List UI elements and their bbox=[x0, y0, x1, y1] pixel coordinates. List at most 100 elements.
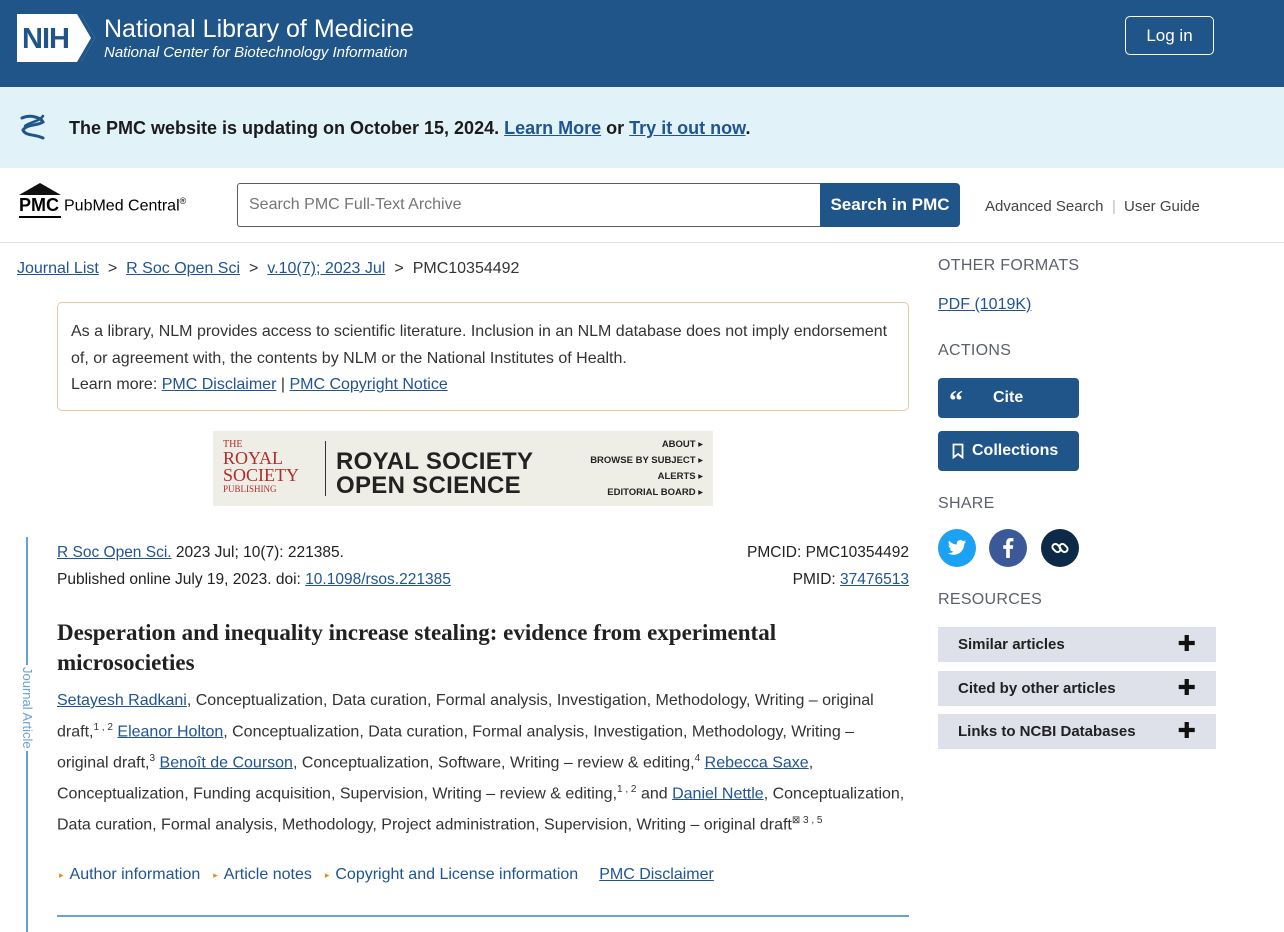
breadcrumb-separator: > bbox=[107, 260, 118, 277]
link-icon bbox=[1051, 542, 1069, 554]
doi-link[interactable]: 10.1098/rsos.221385 bbox=[305, 571, 451, 588]
author-link[interactable]: Setayesh Radkani bbox=[57, 692, 187, 709]
pmc-logo-abbr: PMC bbox=[19, 195, 61, 218]
expand-triangle-icon: ▸ bbox=[213, 869, 218, 880]
breadcrumb-issue[interactable]: v.10(7); 2023 Jul bbox=[267, 260, 385, 278]
cited-by-toggle[interactable]: Cited by other articles ✚ bbox=[938, 671, 1216, 706]
author-roles: , Conceptualization, Software, Writing –… bbox=[292, 754, 695, 772]
banner-link-editorial[interactable]: EDITORIAL BOARD ▸ bbox=[590, 485, 703, 501]
plus-icon: ✚ bbox=[1177, 718, 1196, 743]
pmc-search-bar: PMC PubMed Central® Search in PMC Advanc… bbox=[0, 168, 1284, 243]
pmid-label: PMID: bbox=[792, 571, 836, 588]
pmc-disclaimer-article-link[interactable]: PMC Disclaimer bbox=[599, 866, 714, 884]
expand-triangle-icon: ▸ bbox=[324, 869, 330, 880]
advanced-search-link[interactable]: Advanced Search bbox=[985, 198, 1103, 215]
and-text: and bbox=[640, 785, 668, 803]
breadcrumb: Journal List > R Soc Open Sci > v.10(7);… bbox=[17, 260, 519, 278]
login-button[interactable]: Log in bbox=[1125, 16, 1214, 55]
quote-icon: “ bbox=[949, 386, 963, 417]
disclaimer-text: As a library, NLM provides access to sci… bbox=[71, 323, 888, 367]
banner-divider bbox=[325, 441, 326, 496]
ncbi-subtitle: National Center for Biotechnology Inform… bbox=[104, 44, 408, 61]
affiliation-sup[interactable]: 3 bbox=[150, 753, 156, 764]
share-heading: SHARE bbox=[938, 495, 995, 512]
resources-heading: RESOURCES bbox=[938, 591, 1043, 608]
pmc-roof-icon bbox=[19, 183, 61, 195]
journal-link[interactable]: R Soc Open Sci. bbox=[57, 544, 172, 561]
journal-article-label: Journal Article bbox=[20, 665, 35, 751]
collections-button[interactable]: Collections bbox=[938, 431, 1079, 471]
journal-banner-links: ABOUT ▸ BROWSE BY SUBJECT ▸ ALERTS ▸ EDI… bbox=[590, 437, 703, 501]
copy-link-button[interactable] bbox=[1041, 529, 1079, 567]
cite-label: Cite bbox=[993, 389, 1024, 406]
article-ids: PMCID: PMC10354492 PMID: 37476513 bbox=[747, 539, 909, 593]
published-text: Published online July 19, 2023. doi: bbox=[57, 571, 301, 588]
search-input[interactable] bbox=[237, 183, 821, 227]
twitter-icon bbox=[947, 540, 967, 555]
ncbi-links-toggle[interactable]: Links to NCBI Databases ✚ bbox=[938, 714, 1216, 749]
journal-banner[interactable]: THE ROYAL SOCIETY PUBLISHING ROYAL SOCIE… bbox=[213, 431, 713, 506]
nlm-logo[interactable]: NIH National Library of Medicine Nationa… bbox=[17, 14, 414, 62]
pmc-copyright-link[interactable]: PMC Copyright Notice bbox=[289, 376, 447, 393]
facebook-icon bbox=[1003, 538, 1014, 558]
nlm-title: National Library of Medicine bbox=[104, 15, 414, 43]
nih-header: NIH National Library of Medicine Nationa… bbox=[0, 0, 1284, 87]
pmc-logo[interactable]: PMC PubMed Central® bbox=[17, 182, 207, 222]
collections-label: Collections bbox=[972, 442, 1059, 459]
breadcrumb-separator: > bbox=[249, 260, 259, 277]
copyright-info-toggle[interactable]: Copyright and License information bbox=[335, 866, 578, 884]
similar-articles-toggle[interactable]: Similar articles ✚ bbox=[938, 627, 1216, 662]
banner-or: or bbox=[606, 118, 625, 138]
pmc-disclaimer-link[interactable]: PMC Disclaimer bbox=[162, 376, 277, 393]
nav-separator: | bbox=[1112, 198, 1116, 215]
pdf-link[interactable]: PDF (1019K) bbox=[938, 296, 1031, 314]
banner-link-alerts[interactable]: ALERTS ▸ bbox=[590, 469, 703, 485]
learn-more-link[interactable]: Learn More bbox=[504, 118, 601, 138]
nlm-disclaimer-box: As a library, NLM provides access to sci… bbox=[57, 302, 909, 411]
plus-icon: ✚ bbox=[1177, 675, 1196, 700]
affiliation-sup[interactable]: 4 bbox=[695, 753, 701, 764]
twitter-share-button[interactable] bbox=[938, 529, 976, 567]
article-title: Desperation and inequality increase stea… bbox=[57, 620, 777, 675]
banner-link-browse[interactable]: BROWSE BY SUBJECT ▸ bbox=[590, 453, 703, 469]
cite-button[interactable]: “ Cite bbox=[938, 378, 1079, 418]
author-list: Setayesh Radkani, Conceptualization, Dat… bbox=[57, 688, 909, 839]
pmcid: PMCID: PMC10354492 bbox=[747, 544, 909, 561]
banner-period: . bbox=[745, 118, 751, 138]
disclaimer-learn-more: Learn more: PMC Disclaimer | PMC Copyrig… bbox=[71, 376, 448, 393]
actions-heading: ACTIONS bbox=[938, 342, 1012, 359]
author-link[interactable]: Rebecca Saxe bbox=[705, 754, 809, 771]
pmc-logo-name: PubMed Central® bbox=[64, 196, 187, 215]
update-banner: The PMC website is updating on October 1… bbox=[0, 87, 1284, 168]
breadcrumb-journal[interactable]: R Soc Open Sci bbox=[126, 260, 240, 278]
breadcrumb-current: PMC10354492 bbox=[412, 260, 520, 277]
dna-helix-icon bbox=[17, 112, 49, 149]
affiliation-sup[interactable]: ⊠ 3 , 5 bbox=[792, 815, 823, 826]
pmid-link[interactable]: 37476513 bbox=[840, 571, 909, 588]
author-link[interactable]: Eleanor Holton bbox=[117, 723, 223, 740]
citation-info: R Soc Open Sci. 2023 Jul; 10(7): 221385.… bbox=[57, 539, 451, 593]
royal-society-publishing-logo: THE ROYAL SOCIETY PUBLISHING bbox=[223, 439, 299, 495]
article-notes-toggle[interactable]: Article notes bbox=[224, 866, 312, 884]
banner-text: The PMC website is updating on October 1… bbox=[69, 118, 500, 138]
facebook-share-button[interactable] bbox=[989, 529, 1027, 567]
bookmark-icon bbox=[952, 443, 964, 459]
other-formats-heading: OTHER FORMATS bbox=[938, 257, 1080, 274]
affiliation-sup[interactable]: 1 , 2 bbox=[93, 722, 112, 733]
author-link[interactable]: Benoît de Courson bbox=[160, 754, 293, 771]
plus-icon: ✚ bbox=[1177, 631, 1196, 656]
affiliation-sup[interactable]: 1 , 2 bbox=[617, 784, 636, 795]
breadcrumb-journal-list[interactable]: Journal List bbox=[17, 260, 99, 278]
banner-link-about[interactable]: ABOUT ▸ bbox=[590, 437, 703, 453]
breadcrumb-separator: > bbox=[394, 260, 404, 277]
nih-logo-text: NIH bbox=[22, 23, 70, 55]
search-button[interactable]: Search in PMC bbox=[820, 183, 960, 227]
banner-message: The PMC website is updating on October 1… bbox=[69, 117, 751, 139]
article-info-links: ▸ Author information ▸ Article notes ▸ C… bbox=[59, 866, 714, 884]
try-it-out-link[interactable]: Try it out now bbox=[629, 118, 745, 138]
expand-triangle-icon: ▸ bbox=[59, 869, 64, 880]
author-information-toggle[interactable]: Author information bbox=[70, 866, 201, 884]
author-link[interactable]: Daniel Nettle bbox=[672, 785, 764, 802]
journal-name: ROYAL SOCIETY OPEN SCIENCE bbox=[336, 448, 534, 499]
user-guide-link[interactable]: User Guide bbox=[1124, 198, 1200, 215]
